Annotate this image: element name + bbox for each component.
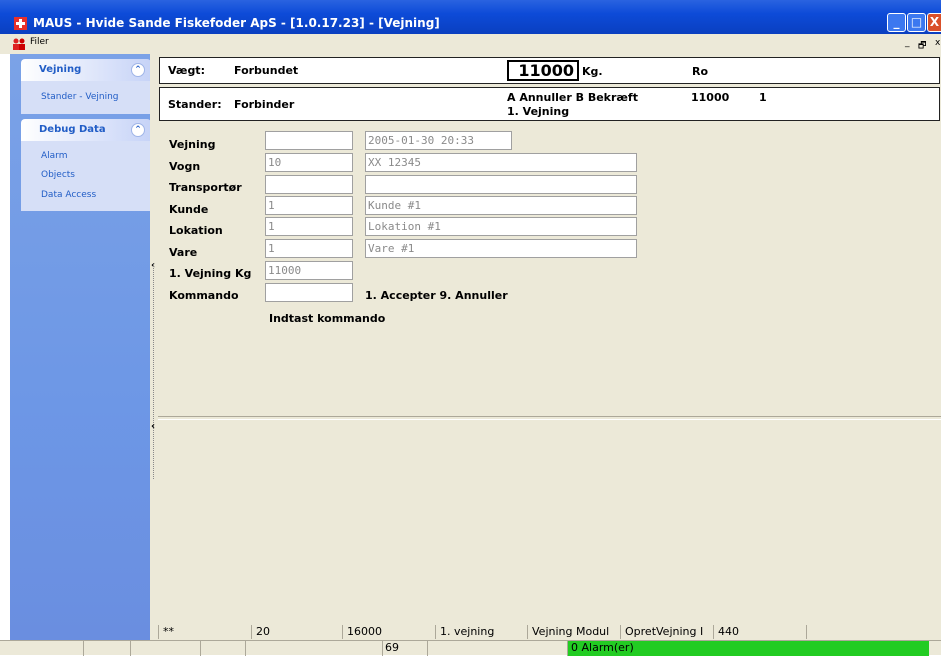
stander-status: Forbinder — [234, 98, 295, 111]
vejning-code-input[interactable] — [265, 131, 353, 150]
vejning-date-input[interactable]: 2005-01-30 20:33 — [365, 131, 512, 150]
status-cell — [245, 641, 382, 656]
sidebar-item-objects[interactable]: Objects — [41, 170, 75, 180]
window-title: MAUS - Hvide Sande Fiskefoder ApS - [1.0… — [33, 16, 440, 30]
collapse-icon[interactable]: ⌃ — [131, 63, 145, 77]
status-cell — [0, 641, 83, 656]
mdi-restore-button[interactable]: 🗗 — [918, 38, 926, 54]
stander-step: 1. Vejning — [507, 105, 570, 118]
sidebar-item-data-access[interactable]: Data Access — [41, 190, 96, 200]
status-cell: 440 — [713, 625, 806, 639]
status-cell — [130, 641, 200, 656]
vogn-code-input[interactable]: 10 — [265, 153, 353, 172]
stander-commands: A Annuller B Bekræft — [507, 91, 638, 104]
lokation-code-input[interactable]: 1 — [265, 217, 353, 236]
status-cell: ** — [158, 625, 251, 639]
sidebar-group-vejning-header[interactable]: Vejning ⌃ — [21, 59, 151, 81]
vare-code-input[interactable]: 1 — [265, 239, 353, 258]
status-cell — [806, 625, 941, 639]
menu-bar: Filer _ 🗗 x — [0, 34, 941, 54]
field-label-transportor: Transportør — [169, 181, 242, 194]
collapse-icon[interactable]: ⌃ — [131, 123, 145, 137]
weight-unit: Kg. — [582, 65, 603, 78]
inner-status-bar: ** 20 16000 1. vejning Vejning Modul Opr… — [158, 625, 941, 639]
scale-status-panel: Vægt: Forbundet 11000 Kg. Ro — [159, 57, 940, 84]
status-cell: 1. vejning — [435, 625, 527, 639]
status-cell — [83, 641, 130, 656]
mdi-close-button[interactable]: x — [935, 38, 940, 48]
alarm-status[interactable]: 0 Alarm(er) — [567, 641, 929, 656]
scale-weight-display: 11000 — [507, 60, 579, 81]
close-button[interactable]: X — [927, 13, 941, 32]
vare-name-input[interactable]: Vare #1 — [365, 239, 637, 258]
field-label-kommando: Kommando — [169, 289, 239, 302]
transportor-name-input[interactable] — [365, 175, 637, 194]
main-panel: Vægt: Forbundet 11000 Kg. Ro Stander: Fo… — [158, 54, 941, 640]
transportor-code-input[interactable] — [265, 175, 353, 194]
vogn-name-input[interactable]: XX 12345 — [365, 153, 637, 172]
status-cell: Vejning Modul — [527, 625, 620, 639]
sidebar-item-stander-vejning[interactable]: Stander - Vejning — [41, 92, 119, 102]
kommando-input[interactable] — [265, 283, 353, 302]
status-cell: OpretVejning I — [620, 625, 713, 639]
stander-weight: 11000 — [691, 91, 730, 104]
field-label-vare: Vare — [169, 246, 198, 259]
minimize-button[interactable]: _ — [887, 13, 906, 32]
field-label-lokation: Lokation — [169, 224, 223, 237]
field-label-vogn: Vogn — [169, 160, 201, 173]
command-prompt: Indtast kommando — [269, 312, 386, 325]
splitter-grip[interactable] — [153, 264, 156, 479]
lokation-name-input[interactable]: Lokation #1 — [365, 217, 637, 236]
title-bar: MAUS - Hvide Sande Fiskefoder ApS - [1.0… — [0, 0, 941, 34]
menu-filer[interactable]: Filer — [30, 37, 49, 47]
vaegt-label: Vægt: — [168, 64, 205, 77]
sidebar-group-title: Debug Data — [39, 124, 106, 135]
sidebar-group-vejning-body: Stander - Vejning — [21, 81, 151, 114]
panel-divider — [158, 416, 941, 420]
stander-label: Stander: — [168, 98, 222, 111]
command-options: 1. Accepter 9. Annuller — [365, 289, 508, 302]
maximize-button[interactable]: □ — [907, 13, 926, 32]
vejning-kg-input[interactable]: 11000 — [265, 261, 353, 280]
status-cell: 16000 — [342, 625, 435, 639]
sidebar-group-debug-body: Alarm Objects Data Access — [21, 141, 151, 211]
field-label-kunde: Kunde — [169, 203, 209, 216]
sidebar-group-debug-header[interactable]: Debug Data ⌃ — [21, 119, 151, 141]
status-cell: 20 — [251, 625, 342, 639]
sidebar-splitter[interactable]: ‹ ‹ — [150, 54, 158, 640]
sidebar-group-title: Vejning — [39, 64, 82, 75]
scale-connection-status: Forbundet — [234, 64, 299, 77]
sidebar: Vejning ⌃ Stander - Vejning Debug Data ⌃… — [10, 54, 151, 640]
collapse-left-arrow-icon[interactable]: ‹ — [151, 421, 155, 432]
field-label-vejning-kg: 1. Vejning Kg — [169, 267, 252, 280]
kunde-name-input[interactable]: Kunde #1 — [365, 196, 637, 215]
status-cell — [427, 641, 567, 656]
kunde-code-input[interactable]: 1 — [265, 196, 353, 215]
stander-panel: Stander: Forbinder A Annuller B Bekræft … — [159, 87, 940, 121]
mdi-minimize-button[interactable]: _ — [905, 38, 910, 48]
sidebar-item-alarm[interactable]: Alarm — [41, 151, 67, 161]
bottom-status-bar: 69 0 Alarm(er) — [0, 640, 941, 656]
stander-count: 1 — [759, 91, 767, 104]
field-label-vejning: Vejning — [169, 138, 216, 151]
status-cell — [200, 641, 245, 656]
status-cell: 69 — [382, 641, 427, 656]
scale-state: Ro — [692, 65, 709, 78]
app-cross-icon[interactable] — [14, 17, 27, 30]
people-icon — [13, 38, 25, 50]
